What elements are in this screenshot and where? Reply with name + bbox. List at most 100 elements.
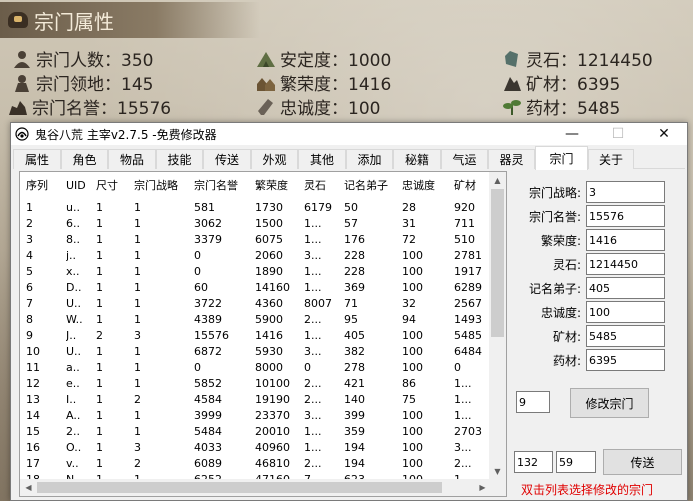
tab-1[interactable]: 角色 bbox=[61, 149, 108, 169]
vertical-scroll-thumb[interactable] bbox=[491, 189, 504, 337]
tab-6[interactable]: 其他 bbox=[298, 149, 346, 169]
table-cell: 1 bbox=[134, 409, 141, 422]
table-cell: 1 bbox=[134, 345, 141, 358]
table-cell: 100 bbox=[402, 361, 423, 374]
table-cell: 1500 bbox=[255, 217, 283, 230]
column-header[interactable]: 记名弟子 bbox=[344, 177, 388, 195]
table-row[interactable]: 14 A.. 1 1 3999 23370 3... 399 100 1... bbox=[20, 408, 490, 423]
field-input[interactable] bbox=[586, 325, 665, 347]
modify-sect-button[interactable]: 修改宗门 bbox=[570, 388, 649, 418]
field-input[interactable] bbox=[586, 301, 665, 323]
table-cell: 4360 bbox=[255, 297, 283, 310]
table-row[interactable]: 16 O.. 1 3 4033 40960 1... 194 100 3... bbox=[20, 440, 490, 455]
table-cell: 194 bbox=[344, 457, 365, 470]
field-input[interactable] bbox=[586, 205, 665, 227]
column-header[interactable]: 宗门战略 bbox=[134, 177, 178, 195]
sect-list[interactable]: 序列 UID 尺寸 宗门战略 宗门名誉 繁荣度 灵石 记名弟子 忠诚度 矿材 1 u.. 1 1 581 1… bbox=[19, 171, 507, 497]
close-button[interactable]: ✕ bbox=[641, 123, 687, 145]
maximize-button[interactable]: ☐ bbox=[595, 123, 641, 145]
column-header[interactable]: 忠诚度 bbox=[402, 177, 435, 195]
table-row[interactable]: 17 v.. 1 2 6089 46810 2... 194 100 2... bbox=[20, 456, 490, 471]
table-row[interactable]: 8 W.. 1 1 4389 5900 2... 95 94 1493 bbox=[20, 312, 490, 327]
teleport-button[interactable]: 传送 bbox=[603, 449, 682, 475]
modifier-window: 鬼谷八荒 主宰v2.7.5 -免费修改器 — ☐ ✕ 属性 角色 物品 技能 传送 外观其… bbox=[10, 122, 688, 501]
minimize-button[interactable]: — bbox=[549, 123, 595, 145]
table-cell: 176 bbox=[344, 233, 365, 246]
tab-8[interactable]: 秘籍 bbox=[393, 149, 441, 169]
table-cell: 100 bbox=[402, 281, 423, 294]
tab-2[interactable]: 物品 bbox=[108, 149, 156, 169]
stat-stability-label: 安定度：1000 bbox=[280, 51, 392, 71]
table-row[interactable]: 5 x.. 1 1 0 1890 1... 228 100 1917 bbox=[20, 264, 490, 279]
tab-5[interactable]: 外观 bbox=[251, 149, 298, 169]
table-cell: 382 bbox=[344, 345, 365, 358]
sect-index-input[interactable] bbox=[516, 391, 550, 413]
table-cell: 3 bbox=[134, 329, 141, 342]
table-row[interactable]: 13 I.. 1 2 4584 19190 2... 140 75 1... bbox=[20, 392, 490, 407]
field-input[interactable] bbox=[586, 349, 665, 371]
window-titlebar[interactable]: 鬼谷八荒 主宰v2.7.5 -免费修改器 — ☐ ✕ bbox=[11, 123, 687, 145]
table-row[interactable]: 9 J.. 2 3 15576 1416 1... 405 100 5485 bbox=[20, 328, 490, 343]
table-cell: v.. bbox=[66, 457, 79, 470]
scroll-down-arrow-icon[interactable]: ▼ bbox=[489, 463, 506, 480]
field-input[interactable] bbox=[586, 253, 665, 275]
table-cell: 228 bbox=[344, 249, 365, 262]
token-icon bbox=[256, 98, 276, 116]
table-cell: 1 bbox=[96, 409, 103, 422]
coord-y-input[interactable] bbox=[556, 451, 596, 473]
table-cell: 23370 bbox=[255, 409, 290, 422]
scroll-up-arrow-icon[interactable]: ▲ bbox=[489, 172, 506, 189]
column-header[interactable]: 灵石 bbox=[304, 177, 326, 195]
scroll-left-arrow-icon[interactable]: ◀ bbox=[20, 479, 37, 496]
field-input[interactable] bbox=[586, 277, 665, 299]
column-header[interactable]: 序列 bbox=[26, 177, 48, 195]
table-cell: 5484 bbox=[194, 425, 222, 438]
table-row[interactable]: 3 8.. 1 1 3379 6075 1... 176 72 510 bbox=[20, 232, 490, 247]
table-cell: 100 bbox=[402, 329, 423, 342]
tab-7[interactable]: 添加 bbox=[346, 149, 393, 169]
table-cell: 1 bbox=[96, 265, 103, 278]
table-cell: 369 bbox=[344, 281, 365, 294]
tab-10[interactable]: 器灵 bbox=[488, 149, 535, 169]
table-row[interactable]: 4 j.. 1 1 0 2060 3... 228 100 2781 bbox=[20, 248, 490, 263]
tab-12[interactable]: 关于 bbox=[588, 149, 634, 169]
table-cell: 3 bbox=[26, 233, 33, 246]
table-cell: 2 bbox=[134, 393, 141, 406]
column-header[interactable]: UID bbox=[66, 177, 86, 195]
table-cell: 405 bbox=[344, 329, 365, 342]
column-header[interactable]: 尺寸 bbox=[96, 177, 118, 195]
horizontal-scroll-thumb[interactable] bbox=[37, 482, 442, 493]
table-cell: 60 bbox=[194, 281, 208, 294]
table-cell: 8.. bbox=[66, 233, 80, 246]
table-row[interactable]: 7 U.. 1 1 3722 4360 8007 71 32 2567 bbox=[20, 296, 490, 311]
stat-spirit-stone: 灵石：1214450 bbox=[502, 46, 653, 71]
table-cell: 11 bbox=[26, 361, 40, 374]
table-row[interactable]: 1 u.. 1 1 581 1730 6179 50 28 920 bbox=[20, 200, 490, 215]
table-cell: 6 bbox=[26, 281, 33, 294]
column-header[interactable]: 宗门名誉 bbox=[194, 177, 238, 195]
field-input[interactable] bbox=[586, 181, 665, 203]
table-cell: 12 bbox=[26, 377, 40, 390]
table-row[interactable]: 2 6.. 1 1 3062 1500 1... 57 31 711 bbox=[20, 216, 490, 231]
field-label: 忠诚度: bbox=[540, 306, 581, 320]
stat-honor: 宗门名誉：15576 bbox=[8, 94, 171, 119]
tab-9[interactable]: 气运 bbox=[441, 149, 488, 169]
field-input[interactable] bbox=[586, 229, 665, 251]
table-row[interactable]: 10 U.. 1 1 6872 5930 3... 382 100 6484 bbox=[20, 344, 490, 359]
table-row[interactable]: 12 e.. 1 1 5852 10100 2... 421 86 1... bbox=[20, 376, 490, 391]
table-row[interactable]: 6 D.. 1 1 60 14160 1... 369 100 6289 bbox=[20, 280, 490, 295]
table-cell: 0 bbox=[304, 361, 311, 374]
column-header[interactable]: 繁荣度 bbox=[255, 177, 288, 195]
coord-x-input[interactable] bbox=[514, 451, 553, 473]
table-row[interactable]: 11 a.. 1 1 0 8000 0 278 100 0 bbox=[20, 360, 490, 375]
tab-0[interactable]: 属性 bbox=[13, 149, 61, 169]
tab-3[interactable]: 技能 bbox=[156, 149, 203, 169]
horizontal-scrollbar[interactable]: ◀ ▶ bbox=[20, 479, 491, 496]
vertical-scrollbar[interactable]: ▲ ▼ bbox=[489, 172, 506, 480]
table-cell: D.. bbox=[66, 281, 82, 294]
table-cell: 2... bbox=[454, 457, 472, 470]
tab-11[interactable]: 宗门 bbox=[535, 146, 588, 170]
table-row[interactable]: 15 2.. 1 1 5484 20010 1... 359 100 2703 bbox=[20, 424, 490, 439]
column-header[interactable]: 矿材 bbox=[454, 177, 476, 195]
tab-4[interactable]: 传送 bbox=[203, 149, 251, 169]
